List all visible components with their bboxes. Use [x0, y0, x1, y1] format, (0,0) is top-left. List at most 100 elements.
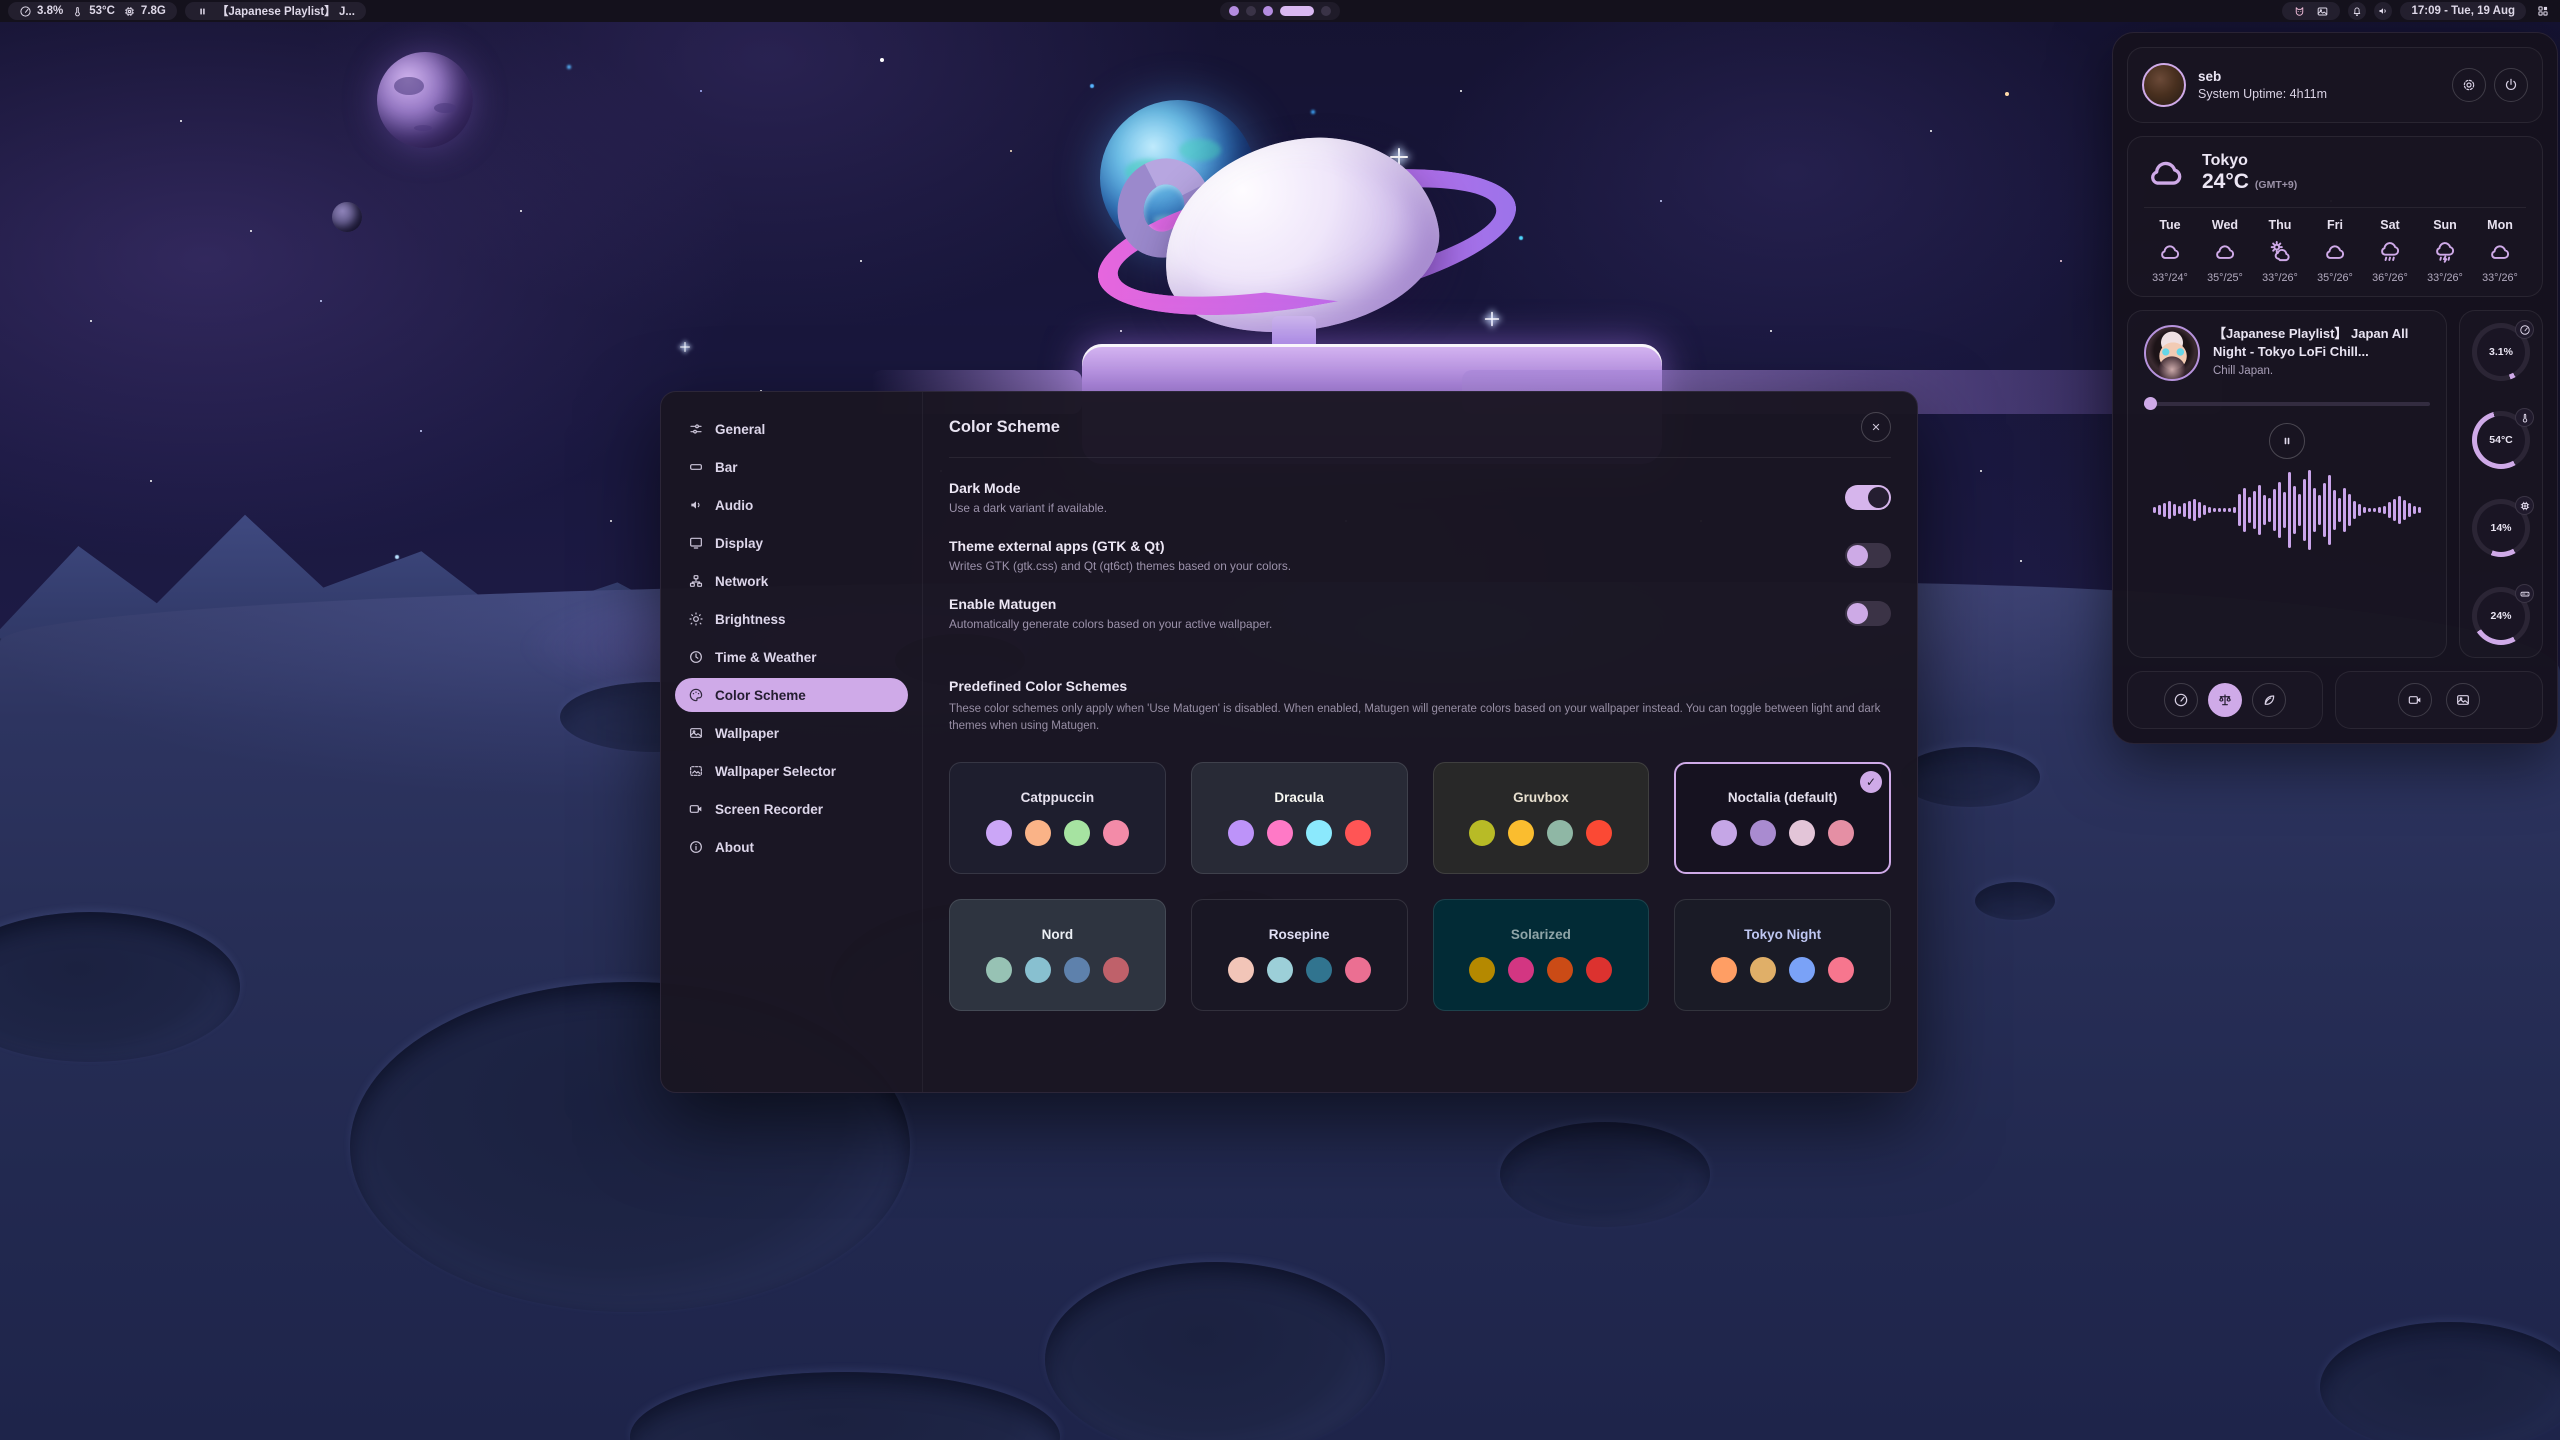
- theme-external-apps-toggle[interactable]: [1845, 543, 1891, 568]
- visualizer-bar: [2163, 503, 2166, 517]
- media-progress-slider[interactable]: [2144, 397, 2430, 410]
- sidebar-item-screen-recorder[interactable]: Screen Recorder: [675, 792, 908, 826]
- thermometer-icon: [71, 5, 84, 18]
- color-swatch: [1508, 820, 1534, 846]
- leaf-icon: [2261, 692, 2277, 708]
- sidebar-item-color-scheme[interactable]: Color Scheme: [675, 678, 908, 712]
- scheme-name: Dracula: [1274, 790, 1324, 805]
- scheme-card-dracula[interactable]: Dracula: [1191, 762, 1408, 874]
- cat-tray-icon[interactable]: [2293, 5, 2306, 18]
- volume-button[interactable]: [2374, 2, 2392, 20]
- sidebar-item-bar[interactable]: Bar: [675, 450, 908, 484]
- sidebar-item-brightness[interactable]: Brightness: [675, 602, 908, 636]
- enable-matugen-text: Enable Matugen Automatically generate co…: [949, 596, 1272, 631]
- sidebar-item-display[interactable]: Display: [675, 526, 908, 560]
- topbar-center: [1220, 2, 1340, 20]
- visualizer-bar: [2223, 508, 2226, 511]
- scheme-card-catppuccin[interactable]: Catppuccin: [949, 762, 1166, 874]
- network-icon: [688, 573, 704, 589]
- enable-matugen-toggle[interactable]: [1845, 601, 1891, 626]
- visualizer-bar: [2243, 488, 2246, 533]
- color-swatch: [1469, 957, 1495, 983]
- visualizer-bar: [2358, 504, 2361, 516]
- workspace-dot-active[interactable]: [1280, 6, 1314, 16]
- side-panel: seb System Uptime: 4h11m Tokyo 24°C (GMT…: [2112, 32, 2558, 744]
- screen-recorder-button[interactable]: [2398, 683, 2432, 717]
- visualizer-bar: [2298, 494, 2301, 527]
- sidebar-item-about[interactable]: About: [675, 830, 908, 864]
- settings-button[interactable]: [2452, 68, 2486, 102]
- user-card: seb System Uptime: 4h11m: [2127, 47, 2543, 123]
- scheme-swatches: [1228, 820, 1371, 846]
- color-swatch: [1345, 957, 1371, 983]
- scheme-card-noctalia[interactable]: ✓ Noctalia (default): [1674, 762, 1891, 874]
- scheme-swatches: [1228, 957, 1371, 983]
- balanced-profile-button[interactable]: [2208, 683, 2242, 717]
- forecast-day: Mon 33°/26°: [2474, 218, 2526, 284]
- album-art: [2144, 325, 2200, 381]
- color-swatch: [1103, 820, 1129, 846]
- sidebar-item-general[interactable]: General: [675, 412, 908, 446]
- workspace-dot[interactable]: [1229, 6, 1239, 16]
- wallpaper-button[interactable]: [2446, 683, 2480, 717]
- visualizer-bar: [2233, 507, 2236, 514]
- visualizer-bar: [2213, 508, 2216, 512]
- progress-knob[interactable]: [2144, 397, 2157, 410]
- topbar-media-pill[interactable]: 【Japanese Playlist】 J...: [185, 2, 366, 20]
- close-icon: [1869, 420, 1883, 434]
- sidebar-item-label: Wallpaper Selector: [715, 764, 836, 779]
- scheme-name: Catppuccin: [1021, 790, 1095, 805]
- weather-city: Tokyo: [2202, 152, 2297, 170]
- sidebar-item-label: Network: [715, 574, 768, 589]
- thermometer-icon: [2519, 412, 2531, 424]
- crater: [1900, 747, 2040, 807]
- dark-mode-desc: Use a dark variant if available.: [949, 501, 1107, 515]
- scheme-card-nord[interactable]: Nord: [949, 899, 1166, 1011]
- sidebar-item-label: Audio: [715, 498, 753, 513]
- clock-pill[interactable]: 17:09 - Tue, 19 Aug: [2400, 2, 2526, 20]
- visualizer-bar: [2248, 497, 2251, 523]
- scheme-card-tokyo-night[interactable]: Tokyo Night: [1674, 899, 1891, 1011]
- weather-storm-icon: [2432, 239, 2458, 265]
- visualizer-bar: [2198, 502, 2201, 517]
- topbar-right: 17:09 - Tue, 19 Aug: [2282, 2, 2552, 20]
- sidebar-item-time-weather[interactable]: Time & Weather: [675, 640, 908, 674]
- workspace-dot[interactable]: [1321, 6, 1331, 16]
- scheme-name: Gruvbox: [1513, 790, 1569, 805]
- color-swatch: [1828, 957, 1854, 983]
- scheme-card-solarized[interactable]: Solarized: [1433, 899, 1650, 1011]
- image-tray-icon[interactable]: [2316, 5, 2329, 18]
- workspace-dot[interactable]: [1263, 6, 1273, 16]
- sidebar-item-wallpaper-selector[interactable]: Wallpaper Selector: [675, 754, 908, 788]
- dark-mode-toggle[interactable]: [1845, 485, 1891, 510]
- color-swatch: [1228, 957, 1254, 983]
- visualizer-bar: [2268, 498, 2271, 522]
- video-camera-icon: [2407, 692, 2423, 708]
- weather-cloud-icon: [2322, 239, 2348, 265]
- color-swatch: [1306, 820, 1332, 846]
- scheme-name: Noctalia (default): [1728, 790, 1838, 805]
- notifications-button[interactable]: [2348, 2, 2366, 20]
- forecast-day: Sun 33°/26°: [2419, 218, 2471, 284]
- forecast-day-name: Tue: [2159, 218, 2180, 232]
- forecast-day: Wed 35°/25°: [2199, 218, 2251, 284]
- app-launcher-button[interactable]: [2534, 2, 2552, 20]
- scheme-card-gruvbox[interactable]: Gruvbox: [1433, 762, 1650, 874]
- color-swatch: [1345, 820, 1371, 846]
- sidebar-item-wallpaper[interactable]: Wallpaper: [675, 716, 908, 750]
- sidebar-item-network[interactable]: Network: [675, 564, 908, 598]
- scheme-card-rosepine[interactable]: Rosepine: [1191, 899, 1408, 1011]
- close-button[interactable]: [1861, 412, 1891, 442]
- play-pause-button[interactable]: [2269, 423, 2305, 459]
- color-swatch: [1750, 820, 1776, 846]
- media-info: 【Japanese Playlist】 Japan All Night - To…: [2213, 325, 2430, 381]
- color-swatch: [986, 957, 1012, 983]
- visualizer-bar: [2378, 507, 2381, 512]
- workspace-dot[interactable]: [1246, 6, 1256, 16]
- color-swatch: [1064, 957, 1090, 983]
- performance-profile-button[interactable]: [2164, 683, 2198, 717]
- power-saver-profile-button[interactable]: [2252, 683, 2286, 717]
- sidebar-item-audio[interactable]: Audio: [675, 488, 908, 522]
- visualizer-bar: [2308, 470, 2311, 551]
- power-button[interactable]: [2494, 68, 2528, 102]
